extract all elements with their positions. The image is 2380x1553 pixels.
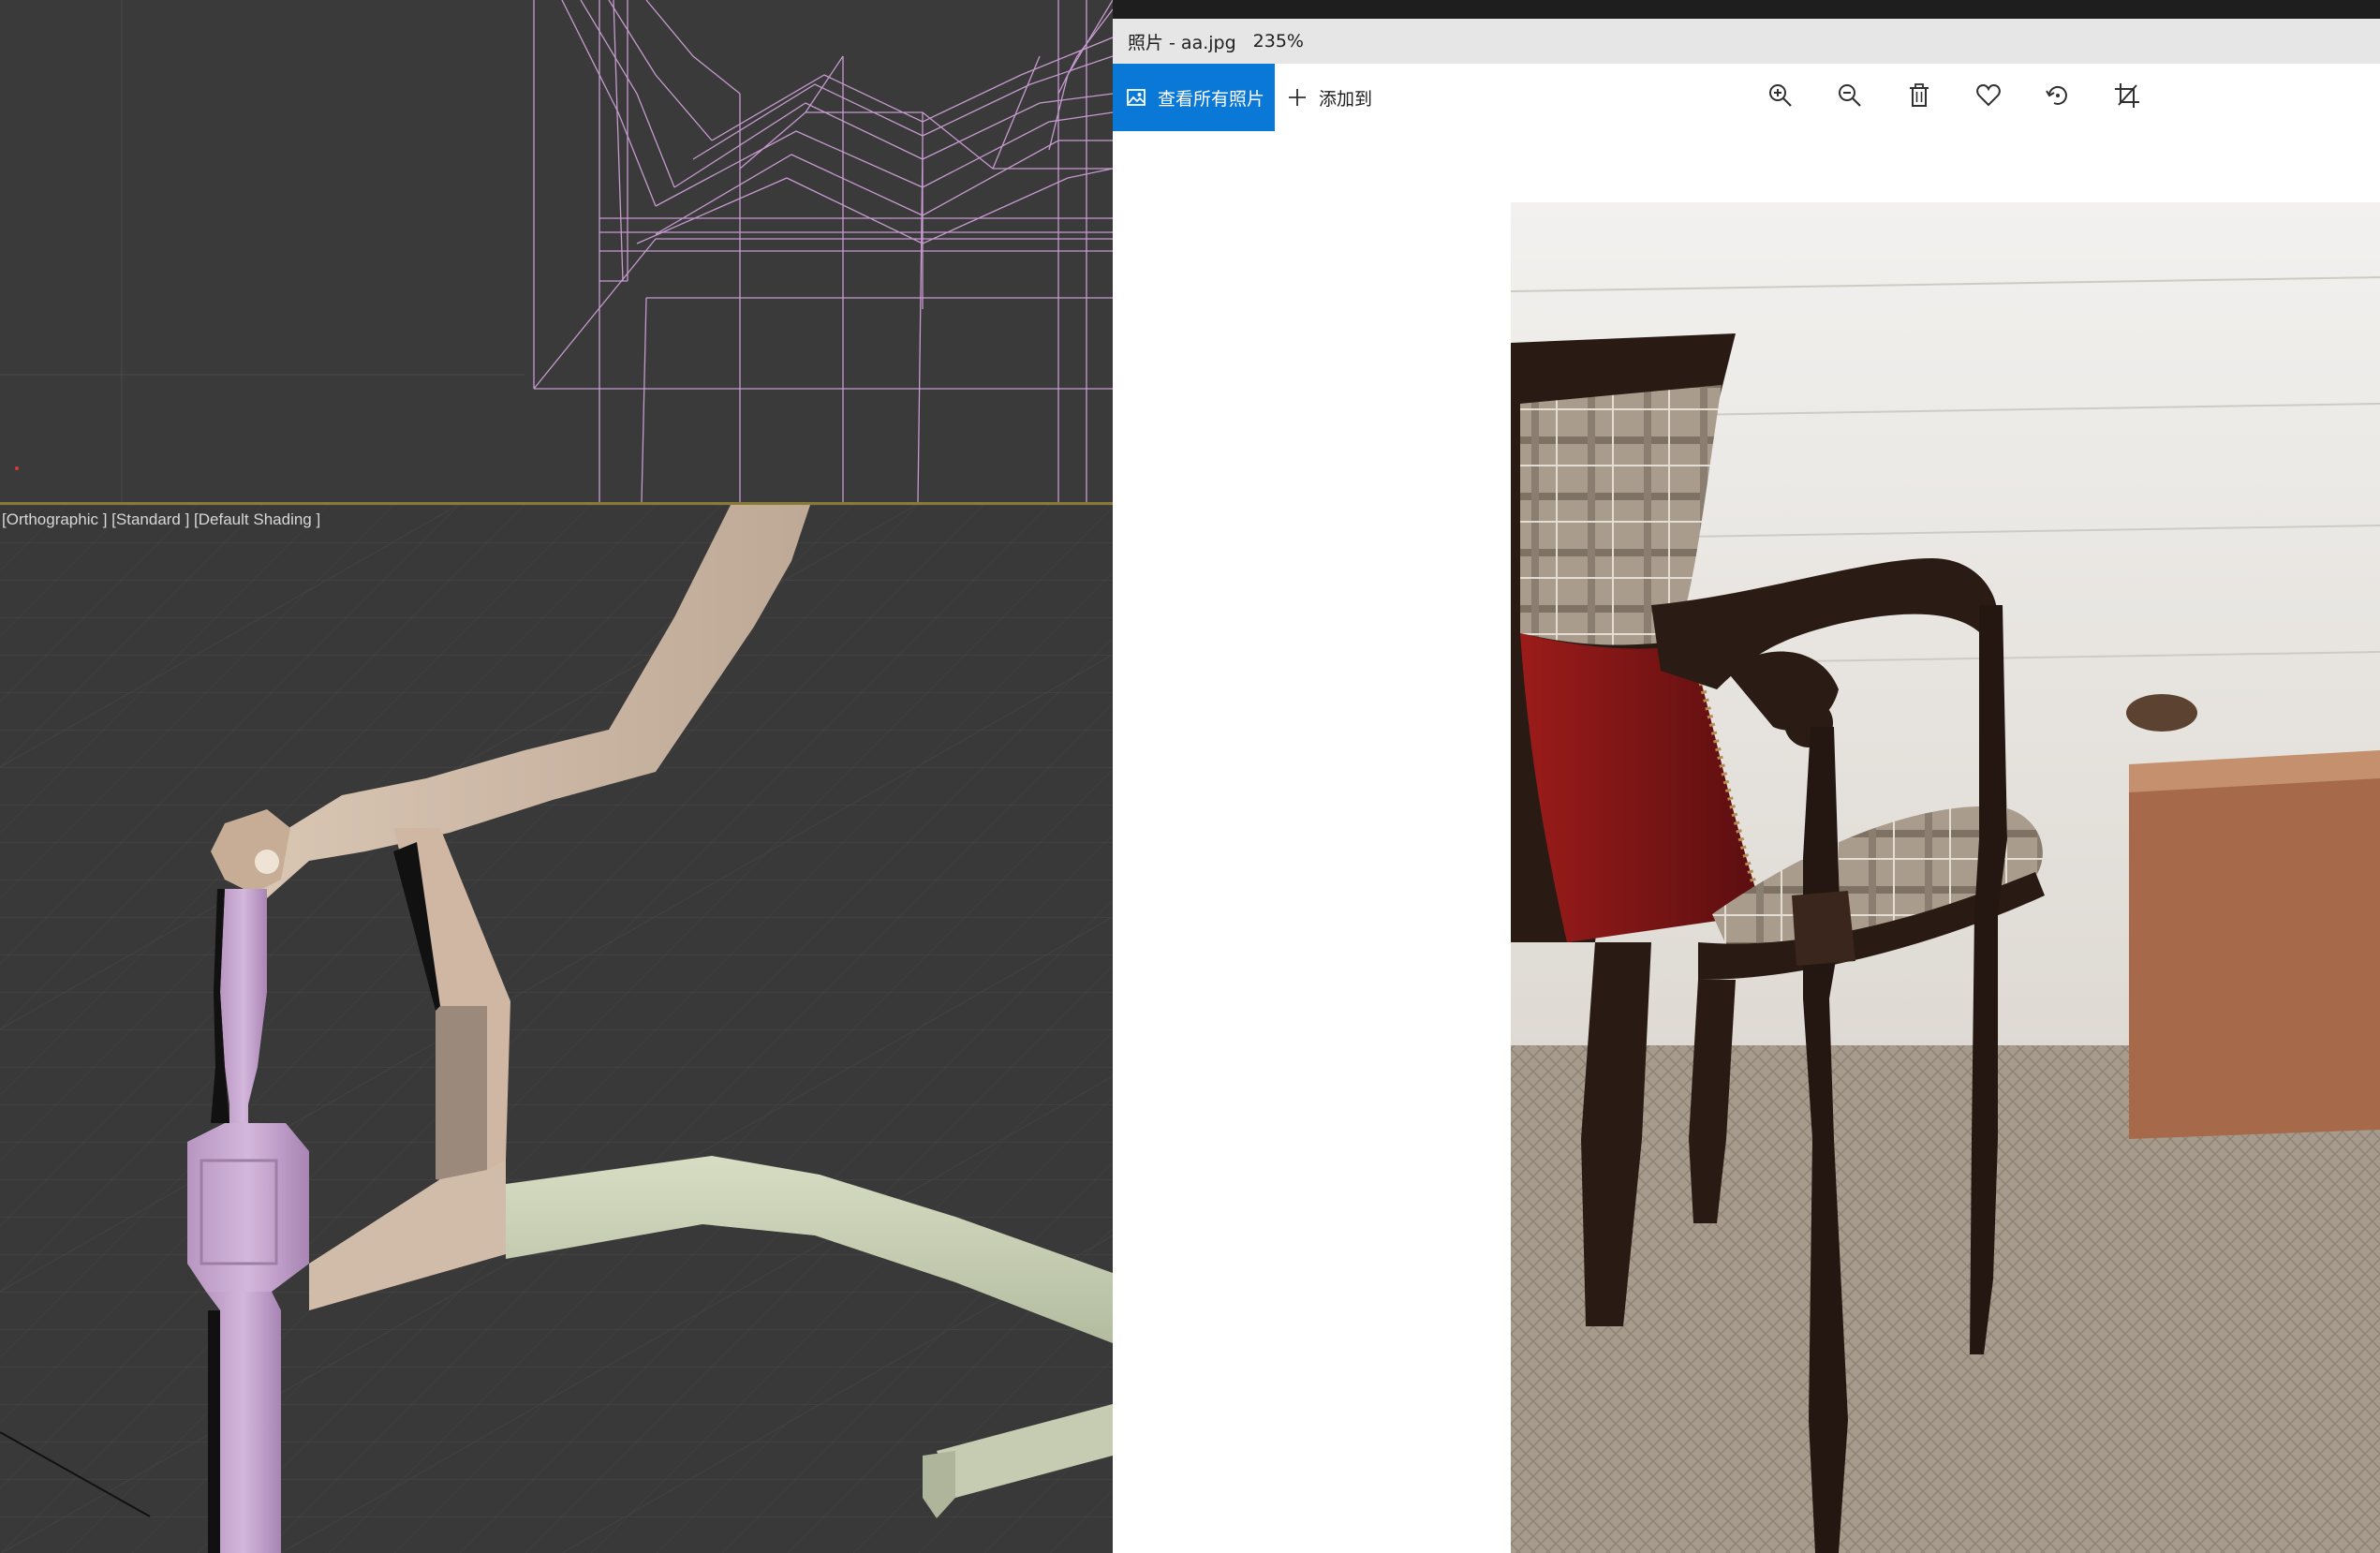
rotate-button[interactable]	[2041, 81, 2075, 114]
crop-icon	[2114, 82, 2140, 113]
zoom-in-button[interactable]	[1764, 81, 1797, 114]
crop-button[interactable]	[2110, 81, 2144, 114]
view-all-photos-label: 查看所有照片	[1158, 88, 1265, 110]
toolbar: 查看所有照片 添加到	[1113, 64, 2380, 131]
plus-icon	[1287, 87, 1308, 108]
chair-image	[1511, 202, 2380, 1553]
chair-photo[interactable]	[1511, 202, 2380, 1553]
window-title: 照片 - aa.jpg	[1128, 32, 1236, 53]
zoom-in-icon	[1767, 82, 1794, 113]
photo-icon	[1126, 87, 1146, 108]
delete-button[interactable]	[1902, 81, 1936, 114]
zoom-out-button[interactable]	[1833, 81, 1867, 114]
favorite-button[interactable]	[1972, 81, 2005, 114]
viewport-top[interactable]	[0, 0, 1113, 502]
perspective-scene	[0, 505, 1113, 1553]
delete-icon	[1906, 82, 1932, 113]
window-top-strip	[1113, 0, 2380, 19]
add-to-button[interactable]: 添加到	[1287, 64, 1372, 131]
view-all-photos-button[interactable]: 查看所有照片	[1113, 64, 1275, 131]
photo-canvas[interactable]	[1113, 131, 2380, 1553]
top-wireframe	[0, 0, 1113, 502]
add-to-label: 添加到	[1319, 88, 1373, 110]
viewport-perspective[interactable]: [Orthographic ] [Standard ] [Default Sha…	[0, 505, 1113, 1553]
title-bar[interactable]: 照片 - aa.jpg 235%	[1113, 19, 2380, 64]
rotate-icon	[2045, 82, 2071, 113]
viewport-label[interactable]: [Orthographic ] [Standard ] [Default Sha…	[2, 510, 320, 529]
zoom-out-icon	[1837, 82, 1863, 113]
favorite-icon	[1975, 82, 2002, 113]
zoom-level: 235%	[1252, 31, 1304, 52]
photos-app-window[interactable]: 照片 - aa.jpg 235% 查看所有照片 添加到	[1113, 19, 2380, 1553]
